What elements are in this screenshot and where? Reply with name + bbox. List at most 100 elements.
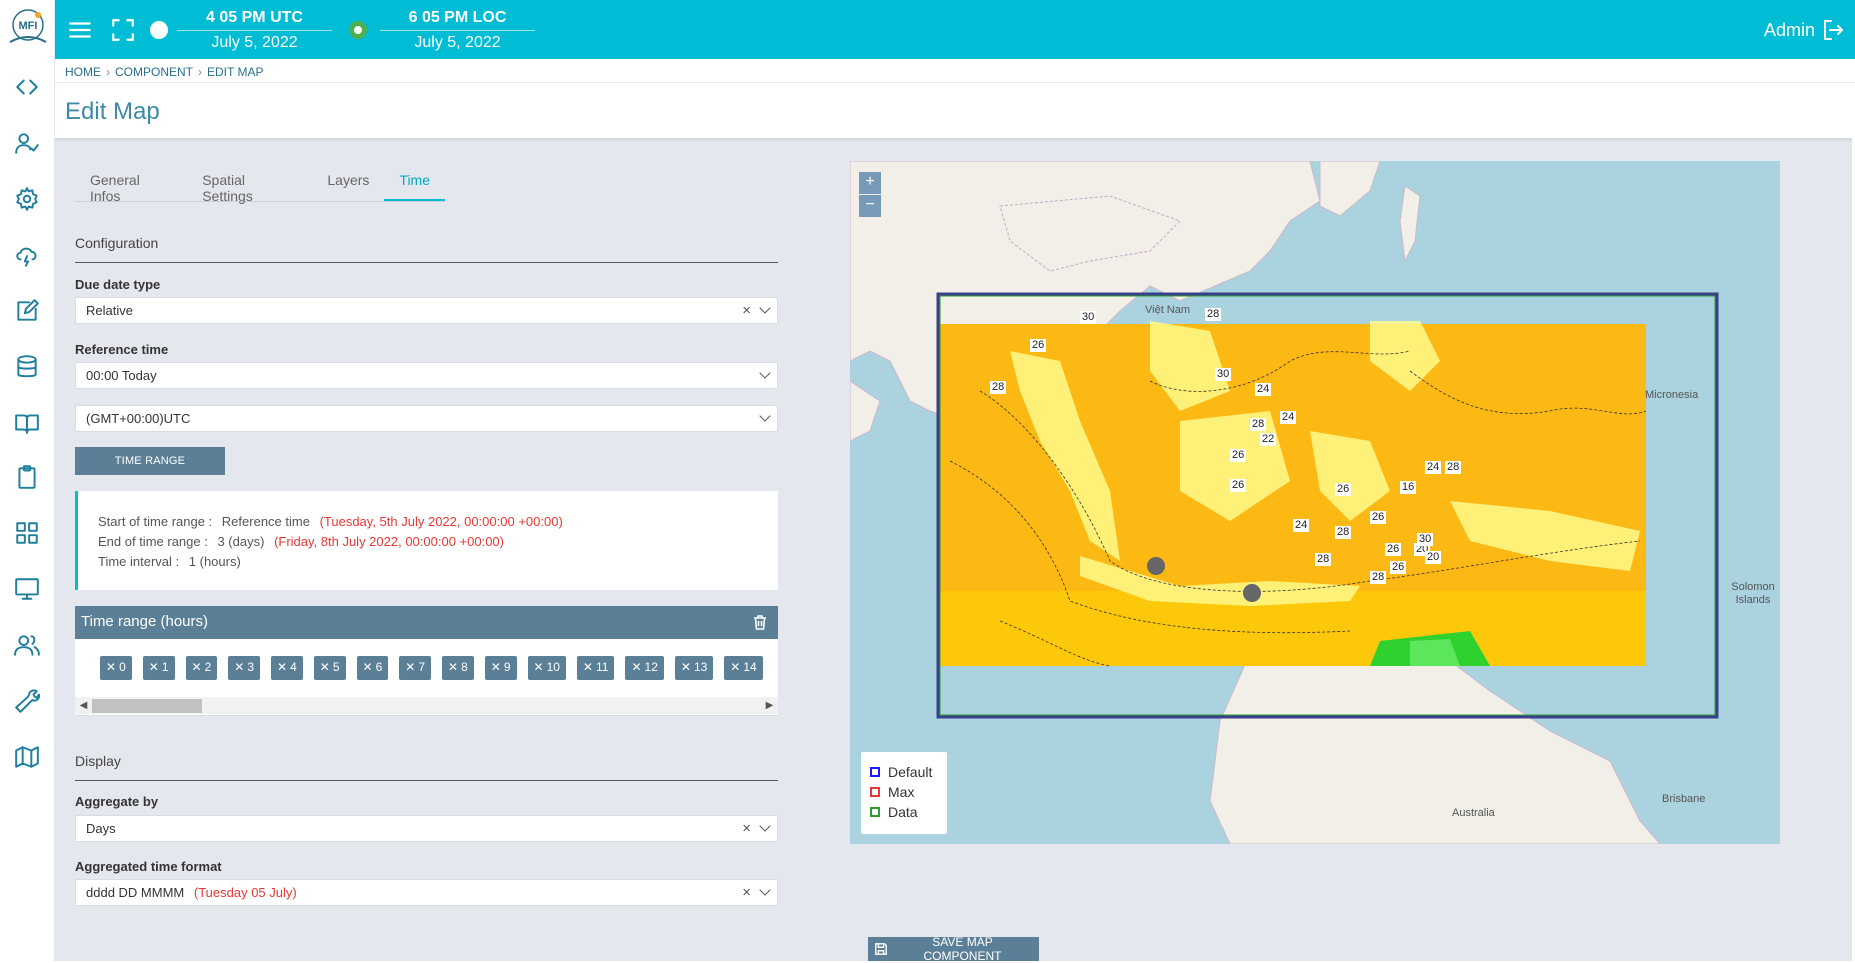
wrench-icon[interactable]: [10, 684, 44, 718]
contour-label: 26: [1385, 543, 1402, 556]
end-label: End of time range :: [98, 534, 208, 549]
chevron-down-icon[interactable]: [759, 367, 771, 379]
due-date-type-select[interactable]: Relative ×: [75, 297, 778, 324]
time-chip[interactable]: ✕ 13: [674, 656, 714, 680]
map-icon[interactable]: [10, 740, 44, 774]
legend-item-max: Max: [870, 782, 938, 802]
breadcrumb-component[interactable]: COMPONENT: [115, 65, 193, 79]
settings-gear-icon[interactable]: [10, 182, 44, 216]
contour-label: 28: [1370, 571, 1387, 584]
time-chip[interactable]: ✕ 2: [185, 656, 218, 680]
display-title: Display: [75, 753, 121, 769]
utc-clock: 4 05 PM UTC July 5, 2022: [177, 8, 332, 54]
breadcrumb-home[interactable]: HOME: [65, 65, 101, 79]
mfi-logo[interactable]: MFI: [8, 6, 48, 46]
clipboard-icon[interactable]: [10, 460, 44, 494]
time-chip[interactable]: ✕ 5: [313, 656, 346, 680]
scroll-left-icon[interactable]: ◀: [75, 697, 92, 714]
start-row: Start of time range : Reference time (Tu…: [98, 512, 758, 532]
time-chip-label: 10: [546, 660, 560, 674]
legend-item-default: Default: [870, 762, 938, 782]
remove-chip-icon[interactable]: ✕: [277, 660, 287, 674]
time-chip[interactable]: ✕ 7: [399, 656, 431, 680]
time-range-title: Time range (hours): [81, 613, 208, 630]
time-chip[interactable]: ✕ 6: [356, 656, 389, 680]
remove-chip-icon[interactable]: ✕: [320, 660, 330, 674]
remove-chip-icon[interactable]: ✕: [448, 660, 458, 674]
contour-label: 30: [1215, 368, 1232, 381]
scrollbar-thumb[interactable]: [92, 699, 202, 713]
reference-time-label: Reference time: [75, 342, 169, 357]
map-label-vietnam: Việt Nam: [1145, 304, 1191, 316]
time-chip[interactable]: ✕ 1: [142, 656, 175, 680]
time-range-button[interactable]: TIME RANGE: [75, 447, 225, 475]
horizontal-scrollbar[interactable]: ◀ ▶: [75, 697, 778, 714]
remove-chip-icon[interactable]: ✕: [192, 660, 202, 674]
remove-chip-icon[interactable]: ✕: [234, 660, 244, 674]
remove-chip-icon[interactable]: ✕: [363, 660, 373, 674]
tab-layers[interactable]: Layers: [312, 160, 384, 201]
database-icon[interactable]: [10, 350, 44, 384]
contour-label: 24: [1425, 461, 1442, 474]
timezone-value: (GMT+00:00)UTC: [86, 411, 191, 426]
time-chip[interactable]: ✕ 11: [576, 656, 615, 680]
users-icon[interactable]: [10, 628, 44, 662]
chevron-down-icon[interactable]: [759, 302, 771, 314]
map-view[interactable]: 28 26 30 28 24 30 28 24 26 22 16 24 28 26 20 24 26 26 28 20…: [850, 161, 1780, 844]
chevron-down-icon[interactable]: [759, 410, 771, 422]
chevron-down-icon[interactable]: [759, 884, 771, 896]
time-chip[interactable]: ✕ 12: [625, 656, 664, 680]
zoom-in-button[interactable]: +: [859, 172, 881, 194]
monitor-icon[interactable]: [10, 572, 44, 606]
clear-icon[interactable]: ×: [742, 884, 751, 901]
chevron-down-icon[interactable]: [759, 820, 771, 832]
remove-chip-icon[interactable]: ✕: [631, 660, 641, 674]
tab-time[interactable]: Time: [384, 160, 445, 201]
time-chip[interactable]: ✕ 9: [484, 656, 517, 680]
configuration-title: Configuration: [75, 235, 159, 251]
contour-label: 20: [1425, 551, 1442, 564]
time-chip[interactable]: ✕ 10: [527, 656, 566, 680]
time-chip-label: 5: [332, 660, 340, 674]
remove-chip-icon[interactable]: ✕: [534, 660, 544, 674]
contour-label: 28: [1315, 553, 1332, 566]
time-chip[interactable]: ✕ 8: [442, 656, 474, 680]
remove-chip-icon[interactable]: ✕: [681, 660, 691, 674]
reference-time-select[interactable]: 00:00 Today: [75, 362, 778, 389]
time-chip[interactable]: ✕ 14: [724, 656, 763, 680]
fullscreen-icon[interactable]: [110, 17, 136, 43]
user-name[interactable]: Admin: [1764, 20, 1815, 41]
edit-icon[interactable]: [10, 294, 44, 328]
timezone-select[interactable]: (GMT+00:00)UTC: [75, 405, 778, 432]
contour-label: 28: [990, 381, 1007, 394]
aggregated-format-select[interactable]: dddd DD MMMM (Tuesday 05 July) ×: [75, 879, 778, 906]
clear-icon[interactable]: ×: [742, 302, 751, 319]
time-chip[interactable]: ✕ 3: [228, 656, 260, 680]
tab-spatial-settings[interactable]: Spatial Settings: [187, 160, 312, 204]
save-map-component-button[interactable]: SAVE MAP COMPONENT: [868, 935, 1039, 963]
aggregate-by-select[interactable]: Days ×: [75, 815, 778, 842]
book-open-icon[interactable]: [10, 406, 44, 440]
menu-icon[interactable]: [67, 17, 93, 43]
remove-chip-icon[interactable]: ✕: [149, 660, 159, 674]
grid-icon[interactable]: [10, 516, 44, 550]
trash-icon[interactable]: [752, 614, 768, 630]
tab-general-infos[interactable]: General Infos: [75, 160, 187, 204]
remove-chip-icon[interactable]: ✕: [583, 660, 593, 674]
time-chip-label: 11: [595, 660, 609, 674]
user-check-icon[interactable]: [10, 126, 44, 160]
remove-chip-icon[interactable]: ✕: [491, 660, 501, 674]
weather-storm-icon[interactable]: [10, 238, 44, 272]
remove-chip-icon[interactable]: ✕: [730, 660, 740, 674]
code-icon[interactable]: [10, 70, 44, 104]
zoom-out-button[interactable]: −: [859, 195, 881, 217]
end-date: (Friday, 8th July 2022, 00:00:00 +00:00): [274, 534, 504, 549]
contour-label: 28: [1205, 308, 1222, 321]
time-chip[interactable]: ✕ 4: [271, 656, 303, 680]
clear-icon[interactable]: ×: [742, 820, 751, 837]
logout-icon[interactable]: [1821, 18, 1847, 44]
time-chip[interactable]: ✕ 0: [100, 656, 132, 680]
remove-chip-icon[interactable]: ✕: [106, 660, 116, 674]
scroll-right-icon[interactable]: ▶: [761, 697, 778, 714]
remove-chip-icon[interactable]: ✕: [405, 660, 415, 674]
